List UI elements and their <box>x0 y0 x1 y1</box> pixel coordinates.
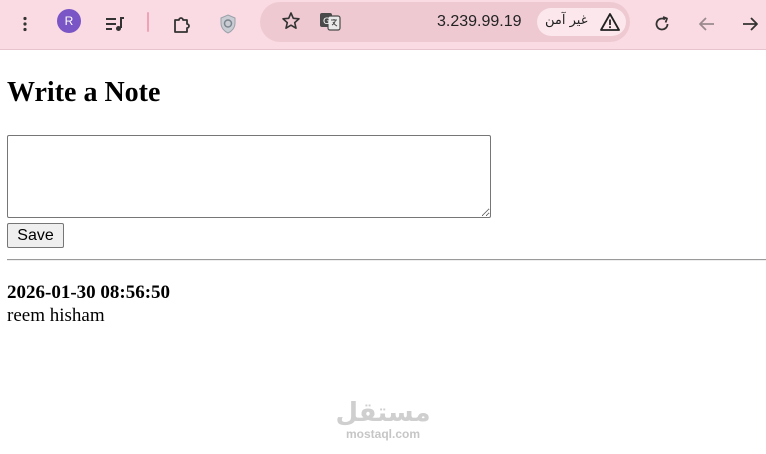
warning-icon <box>600 12 620 37</box>
star-icon <box>281 11 301 31</box>
watermark-domain: mostaql.com <box>345 427 420 441</box>
back-button[interactable] <box>691 8 723 40</box>
reload-icon <box>652 14 672 34</box>
page-title: Write a Note <box>7 77 161 108</box>
note-input[interactable] <box>7 135 491 218</box>
menu-button[interactable] <box>9 8 41 40</box>
translate-icon: G <box>319 11 341 31</box>
divider <box>7 259 766 261</box>
url-text[interactable]: 3.239.99.19 <box>437 13 522 31</box>
forward-button[interactable] <box>734 8 766 40</box>
profile-avatar[interactable]: R <box>57 9 81 33</box>
security-chip[interactable]: غير آمن <box>537 8 626 36</box>
save-button[interactable]: Save <box>7 223 64 248</box>
profile-initial: R <box>64 14 74 28</box>
browser-toolbar: R G 3.239.99.19 غير آمن <box>0 0 766 50</box>
translate-button[interactable]: G <box>314 5 346 37</box>
watermark-logo: مستقل <box>335 398 431 428</box>
svg-text:G: G <box>323 17 330 27</box>
toolbar-divider <box>147 12 149 32</box>
back-arrow-icon <box>697 14 717 34</box>
reload-button[interactable] <box>646 8 678 40</box>
security-label: غير آمن <box>545 13 588 28</box>
media-button[interactable] <box>99 8 131 40</box>
watermark: مستقل mostaql.com <box>333 398 433 441</box>
shield-icon <box>219 14 237 34</box>
note-text: reem hisham <box>7 305 105 326</box>
forward-arrow-icon <box>740 14 760 34</box>
note-timestamp: 2026-01-30 08:56:50 <box>7 282 171 303</box>
shield-extension-button[interactable] <box>212 8 244 40</box>
media-queue-icon <box>105 16 125 32</box>
more-vert-icon <box>17 16 33 32</box>
puzzle-icon <box>172 14 192 34</box>
extensions-button[interactable] <box>166 8 198 40</box>
omnibox[interactable]: G 3.239.99.19 غير آمن <box>260 2 630 42</box>
bookmark-button[interactable] <box>275 5 307 37</box>
